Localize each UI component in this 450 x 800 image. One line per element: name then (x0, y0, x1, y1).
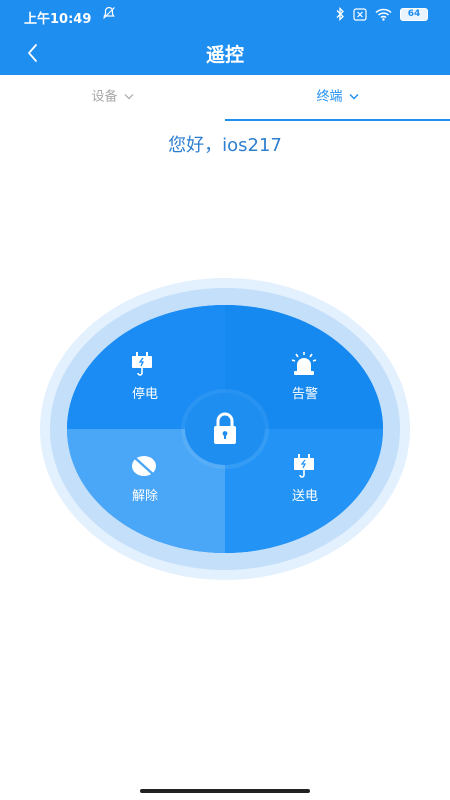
alarm-siren-icon (291, 352, 317, 375)
bluetooth-icon (336, 7, 344, 21)
home-indicator[interactable] (140, 789, 310, 793)
tab-device[interactable]: 设备 (0, 75, 225, 121)
chevron-down-icon (124, 75, 134, 119)
power-on-label: 送电 (291, 489, 318, 504)
battery-indicator: 64 (400, 7, 428, 21)
alarm-label: 告警 (291, 387, 318, 402)
power-off-label: 停电 (131, 387, 158, 402)
lock-button[interactable] (185, 393, 265, 465)
status-bar: 上午10:49 64 (0, 0, 450, 32)
wifi-icon (375, 8, 392, 21)
power-off-icon (132, 352, 152, 376)
status-icons: 64 (335, 7, 428, 21)
app-header: 上午10:49 64 遥控 (0, 0, 450, 75)
release-icon (132, 456, 156, 477)
page-title: 遥控 (205, 44, 244, 66)
tab-bar: 设备 终端 (0, 75, 450, 121)
tab-terminal-label: 终端 (316, 89, 343, 105)
nav-bar: 遥控 (0, 32, 450, 75)
release-label: 解除 (131, 489, 158, 504)
tab-device-label: 设备 (91, 89, 118, 105)
remote-control-wheel: 停电 告警 解除 送电 (40, 278, 410, 580)
greeting-text: 您好，ios217 (168, 135, 282, 156)
power-on-icon (294, 454, 314, 478)
lock-icon (214, 412, 236, 444)
status-time: 上午10:49 (24, 12, 92, 27)
back-button[interactable] (20, 38, 50, 68)
do-not-disturb-icon (102, 6, 116, 24)
chevron-down-icon (349, 75, 359, 119)
chevron-left-icon (28, 44, 37, 62)
sim-disabled-icon (353, 7, 367, 21)
tab-terminal[interactable]: 终端 (225, 75, 450, 121)
